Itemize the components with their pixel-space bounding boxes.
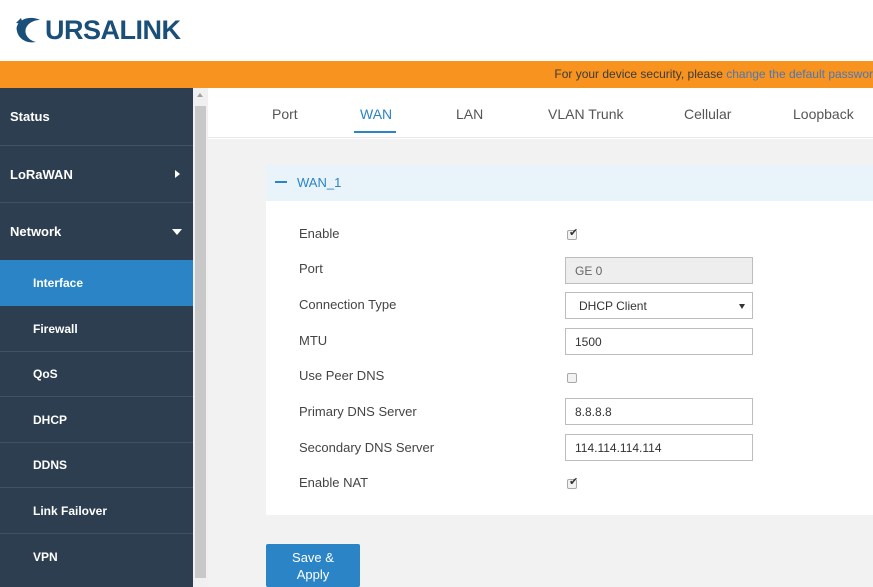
- security-notice: For your device security, please change …: [554, 67, 873, 81]
- sidebar-item-link-failover[interactable]: Link Failover: [0, 488, 193, 534]
- sidebar-item-label: DHCP: [33, 412, 68, 427]
- mtu-label: MTU: [299, 333, 328, 348]
- save-button-line2: Apply: [296, 566, 330, 582]
- mtu-value: 1500: [575, 334, 602, 349]
- secondary-dns-label: Secondary DNS Server: [299, 440, 435, 455]
- sidebar-item-qos[interactable]: QoS: [0, 352, 193, 397]
- sidebar-item-firewall[interactable]: Firewall: [0, 306, 193, 352]
- sidebar-item-ddns[interactable]: DDNS: [0, 443, 193, 488]
- sidebar-item-vpn[interactable]: VPN: [0, 534, 193, 579]
- security-notice-bar: For your device security, please change …: [0, 61, 873, 88]
- enable-nat-label: Enable NAT: [299, 475, 369, 490]
- use-peer-dns-checkbox[interactable]: [567, 373, 577, 383]
- sidebar-item-label: Status: [10, 109, 50, 124]
- router-admin-page: URSALINK For your device security, pleas…: [0, 0, 873, 587]
- change-password-link[interactable]: change the default passwor: [726, 67, 873, 81]
- interface-tabs: Port WAN LAN VLAN Trunk Cellular Loopbac…: [208, 88, 873, 138]
- scrollbar-thumb[interactable]: [195, 106, 206, 578]
- sidebar-item-label: Link Failover: [33, 503, 108, 518]
- sidebar-item-label: QoS: [33, 367, 58, 381]
- logo-text: URSALINK: [45, 14, 181, 45]
- sidebar-item-dhcp[interactable]: DHCP: [0, 397, 193, 443]
- enable-checkbox[interactable]: ✔: [567, 227, 579, 240]
- sidebar-item-label: VPN: [33, 549, 58, 564]
- sidebar-item-label: Firewall: [33, 321, 78, 336]
- save-button-line1: Save &: [292, 549, 334, 565]
- port-value: GE 0: [575, 263, 603, 278]
- chevron-down-icon: [172, 228, 182, 235]
- primary-dns-input[interactable]: 8.8.8.8: [565, 398, 753, 425]
- connection-type-select[interactable]: DHCP Client: [565, 292, 753, 319]
- sidebar-item-lorawan[interactable]: LoRaWAN: [0, 146, 193, 203]
- sidebar-item-status[interactable]: Status: [0, 88, 193, 146]
- ursalink-logo: URSALINK: [14, 8, 189, 52]
- active-tab-indicator: [354, 131, 396, 133]
- sidebar-item-label: Interface: [33, 276, 84, 290]
- ursalink-bear-icon: [16, 17, 40, 43]
- tab-loopback[interactable]: Loopback: [793, 106, 854, 122]
- secondary-dns-value: 114.114.114.114: [575, 440, 662, 455]
- dropdown-arrow-icon: [739, 304, 745, 309]
- save-apply-button[interactable]: Save & Apply: [266, 544, 360, 587]
- primary-dns-label: Primary DNS Server: [299, 404, 417, 419]
- secondary-dns-input[interactable]: 114.114.114.114: [565, 434, 753, 461]
- wan-panel-header[interactable]: [266, 165, 873, 201]
- sidebar-item-label: LoRaWAN: [10, 166, 73, 182]
- use-peer-dns-label: Use Peer DNS: [299, 368, 385, 383]
- connection-type-label: Connection Type: [299, 297, 397, 312]
- port-field: GE 0: [565, 257, 753, 284]
- port-label: Port: [299, 261, 323, 276]
- minus-icon[interactable]: [275, 181, 287, 183]
- tab-port[interactable]: Port: [272, 106, 298, 122]
- mtu-input[interactable]: 1500: [565, 328, 753, 355]
- sidebar-item-label: Network: [10, 224, 62, 239]
- sidebar-item-network[interactable]: Network: [0, 203, 193, 260]
- security-notice-text: For your device security, please: [554, 67, 727, 81]
- sidebar: Status LoRaWAN Network Interface Firewal…: [0, 88, 193, 587]
- tab-lan[interactable]: LAN: [456, 106, 483, 122]
- tab-wan[interactable]: WAN: [360, 106, 392, 122]
- scroll-up-arrow-icon[interactable]: [197, 93, 203, 97]
- checkmark-icon: ✔: [569, 227, 579, 239]
- tab-vlan-trunk[interactable]: VLAN Trunk: [548, 106, 623, 122]
- tab-cellular[interactable]: Cellular: [684, 106, 731, 122]
- sidebar-item-interface[interactable]: Interface: [0, 260, 193, 306]
- chevron-right-icon: [175, 170, 180, 178]
- enable-nat-checkbox[interactable]: ✔: [567, 476, 579, 489]
- sidebar-item-label: DDNS: [33, 458, 68, 472]
- checkmark-icon: ✔: [569, 476, 579, 488]
- panel-title: WAN_1: [297, 175, 342, 190]
- primary-dns-value: 8.8.8.8: [575, 404, 612, 419]
- connection-type-value: DHCP Client: [579, 298, 647, 313]
- enable-label: Enable: [299, 226, 340, 241]
